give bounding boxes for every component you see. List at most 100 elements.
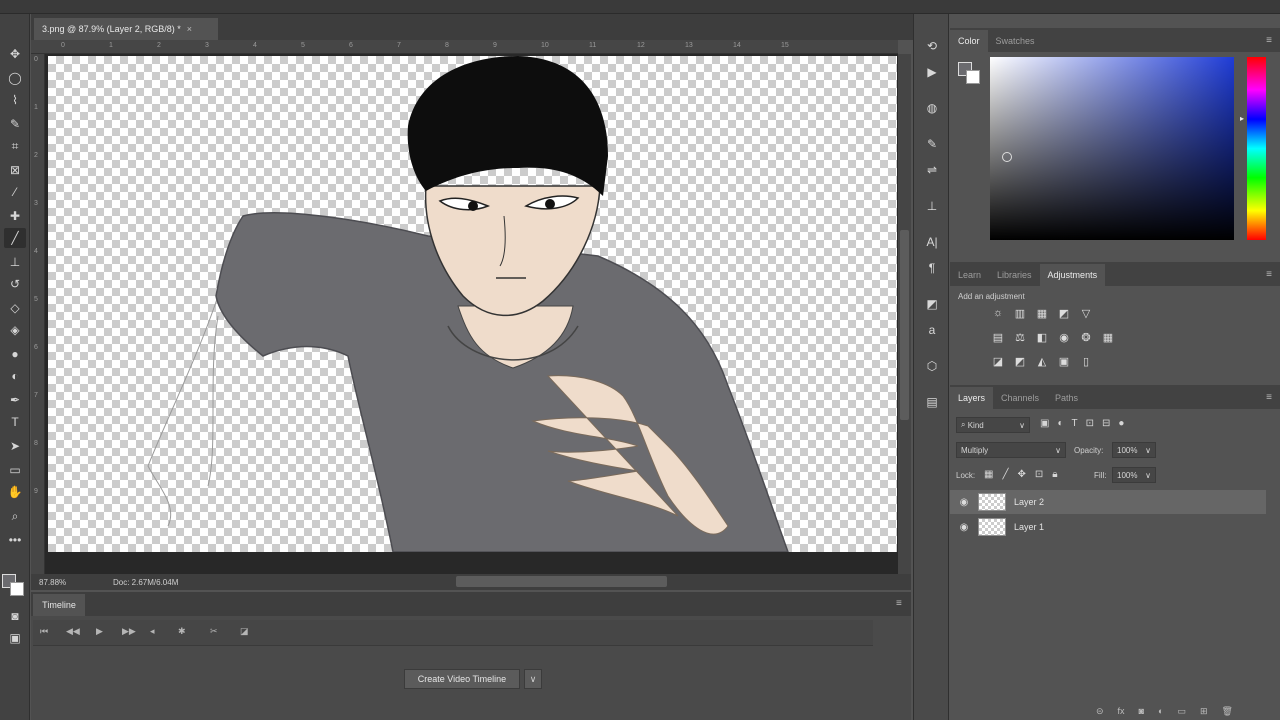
more-tools-icon[interactable]: •••	[4, 530, 26, 550]
color-balance-icon[interactable]: ⚖	[1012, 329, 1028, 345]
quick-select-tool-icon[interactable]: ✎	[4, 114, 26, 134]
threshold-icon[interactable]: ◭	[1034, 353, 1050, 369]
chevron-down-icon[interactable]: ∨	[524, 669, 542, 689]
exposure-icon[interactable]: ◩	[1056, 305, 1072, 321]
tab-paths[interactable]: Paths	[1047, 387, 1086, 409]
color-lookup-icon[interactable]: ▦	[1100, 329, 1116, 345]
link-layers-icon[interactable]: ⊝	[1096, 706, 1104, 717]
eye-icon[interactable]: ◉	[950, 497, 978, 508]
dodge-tool-icon[interactable]: ◐	[4, 366, 26, 386]
posterize-icon[interactable]: ◩	[1012, 353, 1028, 369]
timeline-tab[interactable]: Timeline	[33, 594, 85, 616]
layer-name[interactable]: Layer 2	[1014, 497, 1044, 507]
glyphs-icon[interactable]: ◩	[921, 294, 943, 314]
history-icon[interactable]: ⟲	[921, 36, 943, 56]
photo-filter-icon[interactable]: ◉	[1056, 329, 1072, 345]
tab-libraries[interactable]: Libraries	[989, 264, 1040, 286]
hue-saturation-icon[interactable]: ▤	[990, 329, 1006, 345]
zoom-status[interactable]: 87.88%	[39, 578, 109, 587]
paint-bucket-icon[interactable]: ◈	[4, 320, 26, 340]
history-brush-icon[interactable]: ↺	[4, 274, 26, 294]
settings-gear-icon[interactable]: ✱	[178, 626, 186, 637]
document-tab[interactable]: 3.png @ 87.9% (Layer 2, RGB/8) * ×	[34, 18, 218, 40]
new-group-icon[interactable]: ▭	[1177, 706, 1186, 717]
type-filter-icon[interactable]: T	[1072, 418, 1078, 429]
background-color-swatch[interactable]	[10, 582, 24, 596]
levels-icon[interactable]: ▥	[1012, 305, 1028, 321]
panel-menu-icon[interactable]: ≡	[1266, 35, 1272, 46]
vibrance-icon[interactable]: ▽	[1078, 305, 1094, 321]
rectangle-tool-icon[interactable]: ▭	[4, 460, 26, 480]
actions-play-icon[interactable]: ▶	[921, 62, 943, 82]
panel-menu-icon[interactable]: ≡	[1266, 269, 1272, 280]
pixel-filter-icon[interactable]: ▣	[1040, 418, 1049, 429]
smart-object-filter-icon[interactable]: ⊟	[1102, 418, 1110, 429]
frame-tool-icon[interactable]: ⊠	[4, 160, 26, 180]
quick-mask-icon[interactable]: ◙	[4, 606, 26, 626]
doc-info[interactable]: Doc: 2.67M/6.04M	[113, 578, 178, 587]
new-adjustment-icon[interactable]: ◐	[1158, 706, 1163, 717]
path-select-icon[interactable]: ➤	[4, 436, 26, 456]
hand-tool-icon[interactable]: ✋	[4, 482, 26, 502]
vertical-scroll-thumb[interactable]	[900, 230, 909, 420]
lock-transparent-icon[interactable]: ▦	[984, 469, 993, 480]
blur-tool-icon[interactable]: ●	[4, 344, 26, 364]
blend-mode-select[interactable]: Multiply ∨	[956, 442, 1066, 458]
lock-all-icon[interactable]: 🔒︎	[1052, 469, 1057, 480]
healing-tool-icon[interactable]: ✚	[4, 206, 26, 226]
audio-icon[interactable]: ◂	[150, 626, 155, 637]
layer-name[interactable]: Layer 1	[1014, 522, 1044, 532]
screen-mode-icon[interactable]: ▣	[4, 628, 26, 648]
marquee-tool-icon[interactable]: ◯	[4, 68, 26, 88]
3d-icon[interactable]: ⬡	[921, 356, 943, 376]
clone-source-icon[interactable]: ⊥	[921, 196, 943, 216]
document-canvas[interactable]	[48, 56, 897, 552]
brush-tool-icon[interactable]: ╱	[4, 228, 26, 248]
lock-artboard-icon[interactable]: ⊡	[1035, 469, 1043, 480]
create-video-timeline-button[interactable]: Create Video Timeline	[404, 669, 520, 689]
channel-mixer-icon[interactable]: ❂	[1078, 329, 1094, 345]
properties-icon[interactable]: ◍	[921, 98, 943, 118]
black-white-icon[interactable]: ◧	[1034, 329, 1050, 345]
pen-tool-icon[interactable]: ✒	[4, 390, 26, 410]
close-icon[interactable]: ×	[187, 24, 192, 34]
crop-tool-icon[interactable]: ⌗	[4, 136, 26, 156]
character-icon[interactable]: A|	[921, 232, 943, 252]
invert-icon[interactable]: ◪	[990, 353, 1006, 369]
character-styles-icon[interactable]: a	[921, 320, 943, 340]
transition-icon[interactable]: ◪	[240, 626, 249, 637]
eyedropper-tool-icon[interactable]: ⁄	[4, 182, 26, 202]
tab-layers[interactable]: Layers	[950, 387, 994, 409]
selective-color-icon[interactable]: ▣	[1056, 353, 1072, 369]
add-mask-icon[interactable]: ◙	[1139, 706, 1144, 717]
lock-image-icon[interactable]: ╱	[1002, 469, 1008, 480]
opacity-input[interactable]: 100% ∨	[1112, 442, 1156, 458]
move-tool-icon[interactable]: ✥	[4, 44, 26, 64]
tab-learn[interactable]: Learn	[950, 264, 989, 286]
layer-style-icon[interactable]: fx	[1118, 706, 1125, 717]
panel-menu-icon[interactable]: ≡	[896, 598, 902, 609]
zoom-tool-icon[interactable]: ⌕	[4, 506, 26, 526]
curves-icon[interactable]: ▦	[1034, 305, 1050, 321]
brightness-icon[interactable]: ☼	[990, 305, 1006, 321]
panel-menu-icon[interactable]: ≡	[1266, 392, 1272, 403]
horizontal-scroll-thumb[interactable]	[456, 576, 667, 587]
first-frame-icon[interactable]: ⏮	[40, 626, 48, 637]
paragraph-icon[interactable]: ¶	[921, 258, 943, 278]
lasso-tool-icon[interactable]: ⌇	[4, 90, 26, 110]
play-icon[interactable]: ▶	[96, 626, 103, 637]
tab-adjustments[interactable]: Adjustments	[1039, 264, 1106, 286]
tab-color[interactable]: Color	[950, 30, 988, 52]
adjustment-filter-icon[interactable]: ◐	[1057, 418, 1063, 429]
layer-row[interactable]: ◉ Layer 1	[950, 515, 1266, 539]
gradient-map-icon[interactable]: ▯	[1078, 353, 1094, 369]
libraries-folder-icon[interactable]: ▤	[921, 392, 943, 412]
previous-frame-icon[interactable]: ◀◀	[66, 626, 80, 637]
color-picker-field[interactable]	[990, 57, 1234, 240]
next-frame-icon[interactable]: ▶▶	[122, 626, 136, 637]
new-layer-icon[interactable]: ⊞	[1200, 706, 1208, 717]
type-tool-icon[interactable]: T	[4, 412, 26, 432]
background-color-swatch[interactable]	[966, 70, 980, 84]
tab-swatches[interactable]: Swatches	[988, 30, 1043, 52]
brush-settings-icon[interactable]: ✎	[921, 134, 943, 154]
